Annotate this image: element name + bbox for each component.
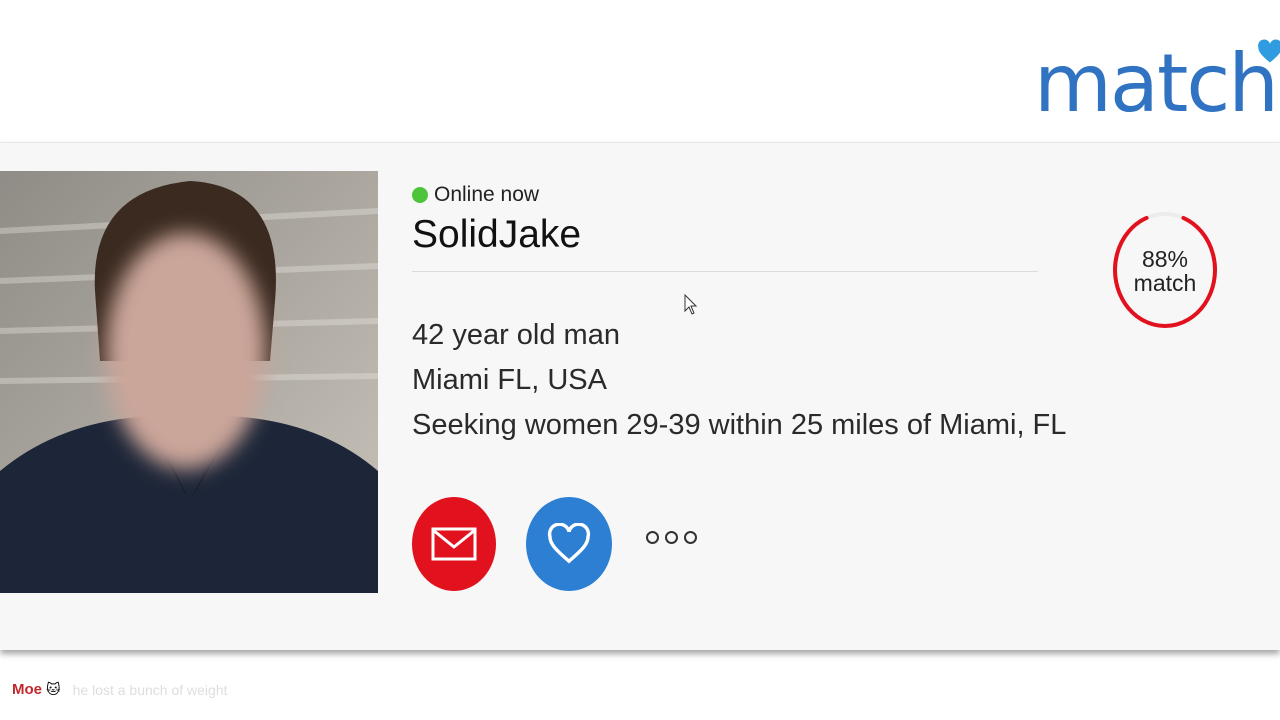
more-dot (646, 531, 659, 544)
chat-overlay: Moe 🐱 he lost a bunch of weight (12, 681, 228, 698)
profile-photo[interactable] (0, 171, 378, 593)
heart-icon (547, 523, 591, 564)
match-label: match (1133, 270, 1197, 296)
profile-username[interactable]: SolidJake (412, 213, 581, 257)
profile-age: 42 year old man (412, 319, 620, 351)
message-button[interactable] (412, 497, 496, 591)
more-options-button[interactable] (646, 531, 697, 544)
site-header: match (0, 0, 1280, 142)
mouse-cursor-icon (684, 294, 698, 315)
chat-message: he lost a bunch of weight (72, 681, 228, 698)
more-dot (665, 531, 678, 544)
logo-text: match (1034, 37, 1279, 130)
divider (412, 271, 1038, 272)
profile-location: Miami FL, USA (412, 364, 607, 396)
profile-seeking: Seeking women 29-39 within 25 miles of M… (412, 409, 1067, 441)
match-percent-value: 88% (1141, 246, 1189, 272)
profile-photo-image (0, 171, 378, 593)
envelope-icon (431, 527, 477, 561)
logo-heart-icon (1258, 39, 1280, 63)
online-status: Online now (412, 183, 539, 207)
chat-emote: 🐱 (46, 681, 61, 697)
match-percentage: 88% match (1112, 211, 1218, 329)
more-dot (684, 531, 697, 544)
match-logo[interactable]: match (1034, 34, 1280, 134)
online-dot-icon (412, 187, 428, 203)
profile-card: Online now SolidJake 42 year old man Mia… (0, 142, 1280, 650)
online-status-text: Online now (434, 183, 540, 206)
chat-username: Moe (12, 681, 42, 698)
match-text: 88% match (1112, 247, 1218, 295)
like-button[interactable] (526, 497, 612, 591)
